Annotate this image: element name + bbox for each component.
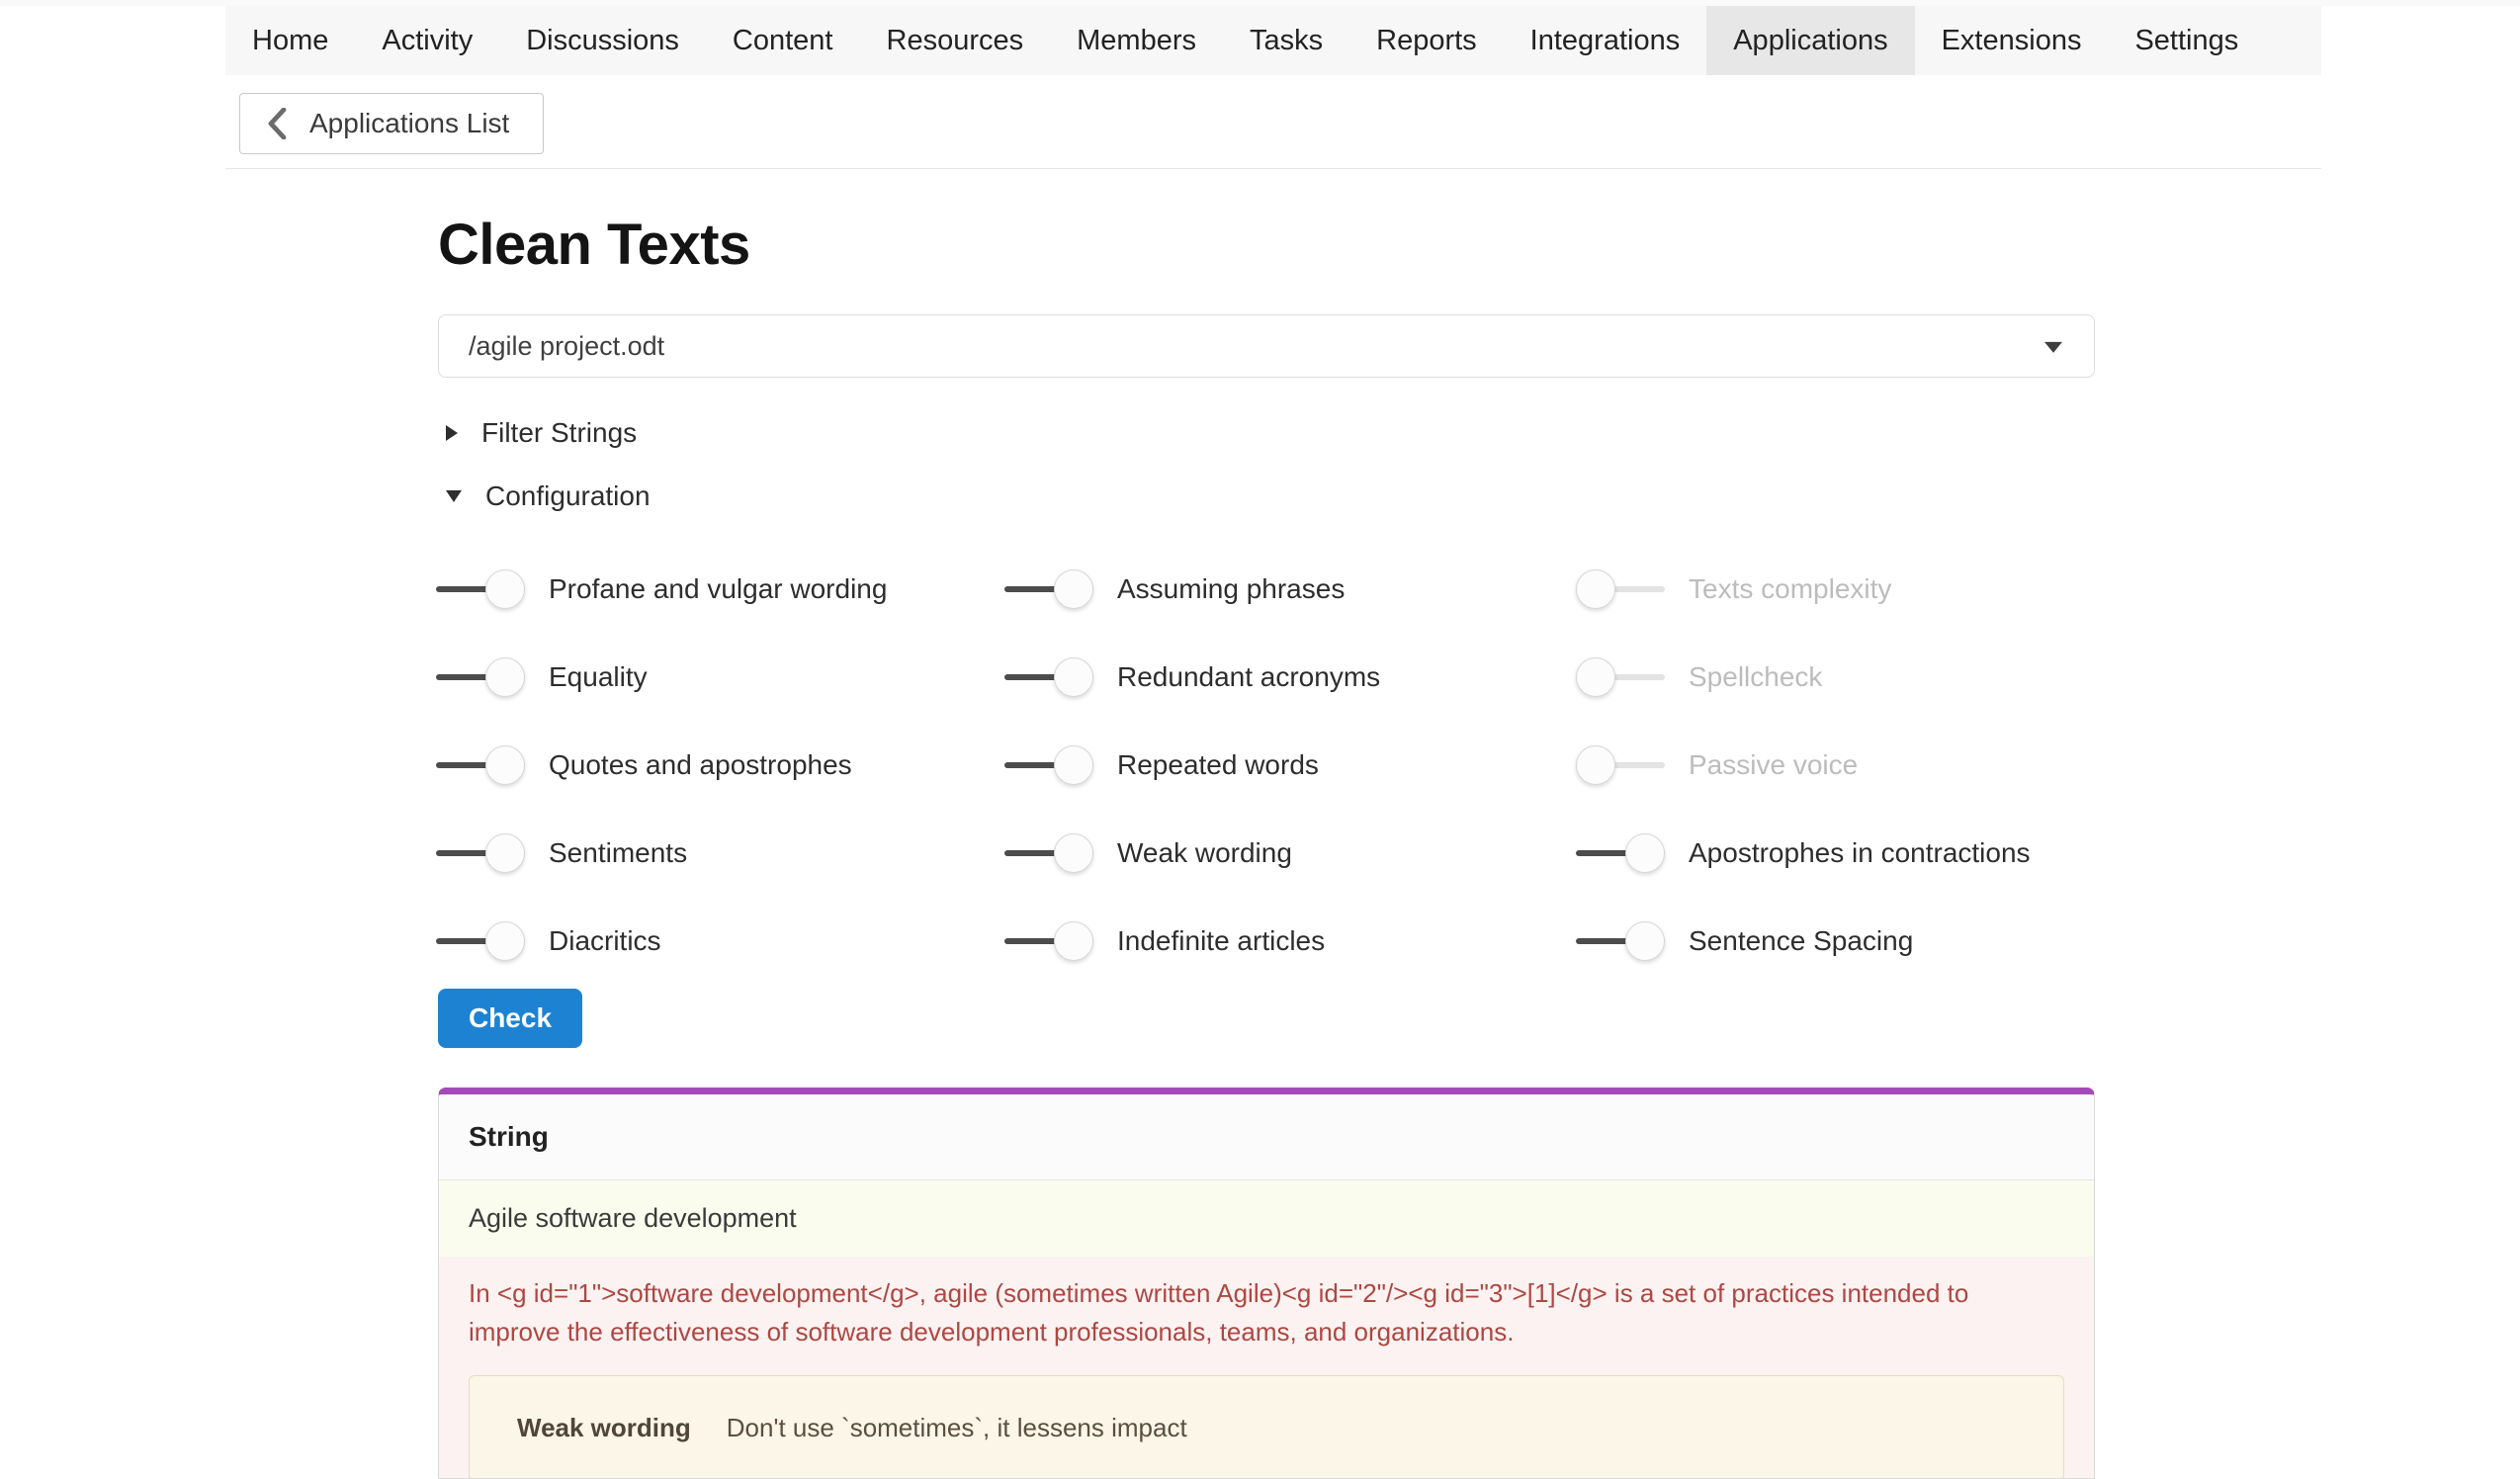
toggle-label: Texts complexity <box>1689 573 1891 605</box>
toggle-row-spellcheck: Spellcheck <box>1576 633 2031 721</box>
toggle-label: Apostrophes in contractions <box>1689 837 2031 869</box>
toggle-switch[interactable] <box>1576 568 1665 610</box>
toggle-switch[interactable] <box>1004 656 1093 698</box>
tab-content[interactable]: Content <box>706 6 860 75</box>
results-panel: String Agile software development In <g … <box>438 1088 2095 1479</box>
toggle-label: Spellcheck <box>1689 661 1822 693</box>
toggle-label: Profane and vulgar wording <box>549 573 887 605</box>
filter-strings-expander[interactable]: Filter Strings <box>446 415 637 451</box>
toggle-label: Indefinite articles <box>1117 925 1325 957</box>
tab-tasks[interactable]: Tasks <box>1223 6 1349 75</box>
toggle-switch[interactable] <box>436 920 525 962</box>
page-title: Clean Texts <box>438 212 750 278</box>
issue-category: Weak wording <box>517 1413 691 1443</box>
toggle-switch[interactable] <box>436 832 525 874</box>
toggle-row-apostrophes-in-contractions: Apostrophes in contractions <box>1576 809 2031 897</box>
toggle-row-assuming-phrases: Assuming phrases <box>1004 545 1576 633</box>
toggle-switch[interactable] <box>1004 568 1093 610</box>
toggle-label: Sentiments <box>549 837 687 869</box>
toggle-label: Passive voice <box>1689 749 1858 781</box>
tab-home[interactable]: Home <box>225 6 355 75</box>
toggle-row-sentence-spacing: Sentence Spacing <box>1576 897 2031 985</box>
file-dropdown[interactable]: /agile project.odt <box>438 314 2095 378</box>
toggle-switch[interactable] <box>1004 744 1093 786</box>
diff-zone: In <g id="1">software development</g>, a… <box>439 1257 2094 1479</box>
toggle-switch[interactable] <box>1576 832 1665 874</box>
tab-settings[interactable]: Settings <box>2108 6 2265 75</box>
caret-right-icon <box>446 425 458 441</box>
toggle-row-repeated-words: Repeated words <box>1004 721 1576 809</box>
toggle-switch[interactable] <box>436 656 525 698</box>
tab-activity[interactable]: Activity <box>355 6 499 75</box>
toggle-label: Sentence Spacing <box>1689 925 1913 957</box>
caret-down-icon <box>446 490 462 502</box>
tab-integrations[interactable]: Integrations <box>1504 6 1707 75</box>
results-header: String <box>439 1094 2094 1180</box>
tab-reports[interactable]: Reports <box>1349 6 1504 75</box>
toggle-label: Weak wording <box>1117 837 1292 869</box>
toggle-row-weak-wording: Weak wording <box>1004 809 1576 897</box>
toggle-switch[interactable] <box>436 568 525 610</box>
back-button-label: Applications List <box>309 108 509 139</box>
tab-resources[interactable]: Resources <box>860 6 1051 75</box>
applications-list-back-button[interactable]: Applications List <box>239 93 544 154</box>
tab-applications[interactable]: Applications <box>1706 6 1914 75</box>
toggle-row-quotes-and-apostrophes: Quotes and apostrophes <box>436 721 1004 809</box>
issue-message: Don't use `sometimes`, it lessens impact <box>727 1413 1187 1443</box>
chevron-down-icon <box>2044 342 2062 353</box>
toggle-row-texts-complexity: Texts complexity <box>1576 545 2031 633</box>
toggle-switch[interactable] <box>1576 656 1665 698</box>
file-dropdown-value: /agile project.odt <box>469 331 664 362</box>
toggle-row-indefinite-articles: Indefinite articles <box>1004 897 1576 985</box>
filter-strings-label: Filter Strings <box>481 417 637 449</box>
toggle-switch[interactable] <box>1004 832 1093 874</box>
toggle-row-equality: Equality <box>436 633 1004 721</box>
tab-members[interactable]: Members <box>1050 6 1223 75</box>
main-nav: Home Activity Discussions Content Resour… <box>225 6 2321 75</box>
toggle-row-passive-voice: Passive voice <box>1576 721 2031 809</box>
diff-text: In <g id="1">software development</g>, a… <box>469 1274 2064 1351</box>
configuration-toggle-grid: Profane and vulgar wording Equality Quot… <box>436 545 2031 985</box>
page: Home Activity Discussions Content Resour… <box>0 0 2520 1479</box>
toggle-row-profane-and-vulgar-wording: Profane and vulgar wording <box>436 545 1004 633</box>
toggle-row-sentiments: Sentiments <box>436 809 1004 897</box>
toggle-switch[interactable] <box>1576 744 1665 786</box>
toggle-label: Redundant acronyms <box>1117 661 1380 693</box>
configuration-label: Configuration <box>485 480 651 512</box>
toggle-switch[interactable] <box>1576 920 1665 962</box>
toggle-label: Equality <box>549 661 648 693</box>
chevron-left-icon <box>266 108 288 139</box>
tab-discussions[interactable]: Discussions <box>499 6 706 75</box>
toggle-label: Assuming phrases <box>1117 573 1345 605</box>
toggle-switch[interactable] <box>1004 920 1093 962</box>
configuration-expander[interactable]: Configuration <box>446 478 651 514</box>
checked-string-row: Agile software development <box>439 1180 2094 1257</box>
toggle-row-diacritics: Diacritics <box>436 897 1004 985</box>
toggle-row-redundant-acronyms: Redundant acronyms <box>1004 633 1576 721</box>
check-button[interactable]: Check <box>438 989 582 1048</box>
toggle-label: Diacritics <box>549 925 661 957</box>
header-divider <box>225 168 2321 169</box>
toggle-label: Repeated words <box>1117 749 1319 781</box>
toggle-switch[interactable] <box>436 744 525 786</box>
tab-extensions[interactable]: Extensions <box>1915 6 2109 75</box>
issue-box: Weak wording Don't use `sometimes`, it l… <box>469 1375 2064 1479</box>
toggle-label: Quotes and apostrophes <box>549 749 852 781</box>
